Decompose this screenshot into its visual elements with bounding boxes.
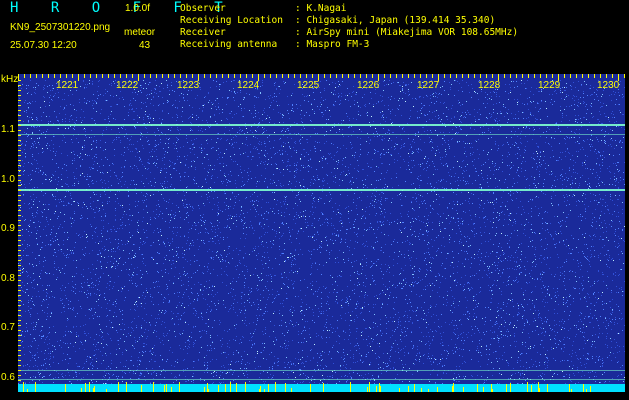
meteor-label: meteor — [124, 27, 156, 38]
info-location: Receiving Location : Chigasaki, Japan (13… — [180, 15, 495, 26]
y-tick-label: 0.9 — [1, 223, 15, 234]
info-receiver: Receiver : AirSpy mini (Miakejima VOR 108… — [180, 27, 518, 38]
x-tick-label: 1229 — [538, 80, 561, 91]
x-tick-label: 1222 — [116, 80, 139, 91]
x-tick-label: 1223 — [177, 80, 200, 91]
carrier-line — [18, 134, 625, 135]
x-tick-label: 1230 — [597, 80, 620, 91]
y-tick-label: 0.6 — [1, 372, 15, 383]
info-observer: Observer : K.Nagai — [180, 3, 346, 14]
carrier-line — [18, 379, 625, 380]
info-label: Receiving Location — [180, 15, 283, 26]
x-tick-label: 1224 — [237, 80, 260, 91]
spectrogram — [18, 74, 625, 392]
left-tick-marks — [18, 80, 21, 381]
y-axis-unit: kHz — [1, 74, 19, 85]
info-value: : Maspro FM-3 — [295, 39, 370, 50]
y-tick-label: 1.0 — [1, 174, 15, 185]
y-tick-label: 0.8 — [1, 273, 15, 284]
y-tick-label: 0.7 — [1, 322, 15, 333]
info-antenna: Receiving antenna : Maspro FM-3 — [180, 39, 369, 50]
x-tick-label: 1228 — [478, 80, 501, 91]
spectrogram-canvas — [18, 74, 625, 392]
info-label: Receiver — [180, 27, 226, 38]
image-filename: KN9_2507301220.png — [10, 22, 111, 33]
info-value: : K.Nagai — [295, 3, 347, 14]
app-version: 1.0.0f — [125, 3, 151, 14]
info-label: Receiving antenna — [180, 39, 278, 50]
info-value: : AirSpy mini (Miakejima VOR 108.65MHz) — [295, 27, 519, 38]
meteor-count: 43 — [139, 40, 151, 51]
carrier-line — [18, 189, 625, 191]
y-tick-label: 1.1 — [1, 124, 15, 135]
x-tick-label: 1227 — [417, 80, 440, 91]
x-tick-label: 1225 — [297, 80, 320, 91]
info-label: Observer — [180, 3, 226, 14]
carrier-line — [18, 124, 625, 126]
info-value: : Chigasaki, Japan (139.414 35.340) — [295, 15, 496, 26]
hrofft-display: H R O F F T 1.0.0f KN9_2507301220.png me… — [0, 0, 629, 400]
x-tick-label: 1221 — [56, 80, 79, 91]
x-tick-label: 1226 — [357, 80, 380, 91]
carrier-line — [18, 370, 625, 371]
capture-datetime: 25.07.30 12:20 — [10, 40, 77, 51]
